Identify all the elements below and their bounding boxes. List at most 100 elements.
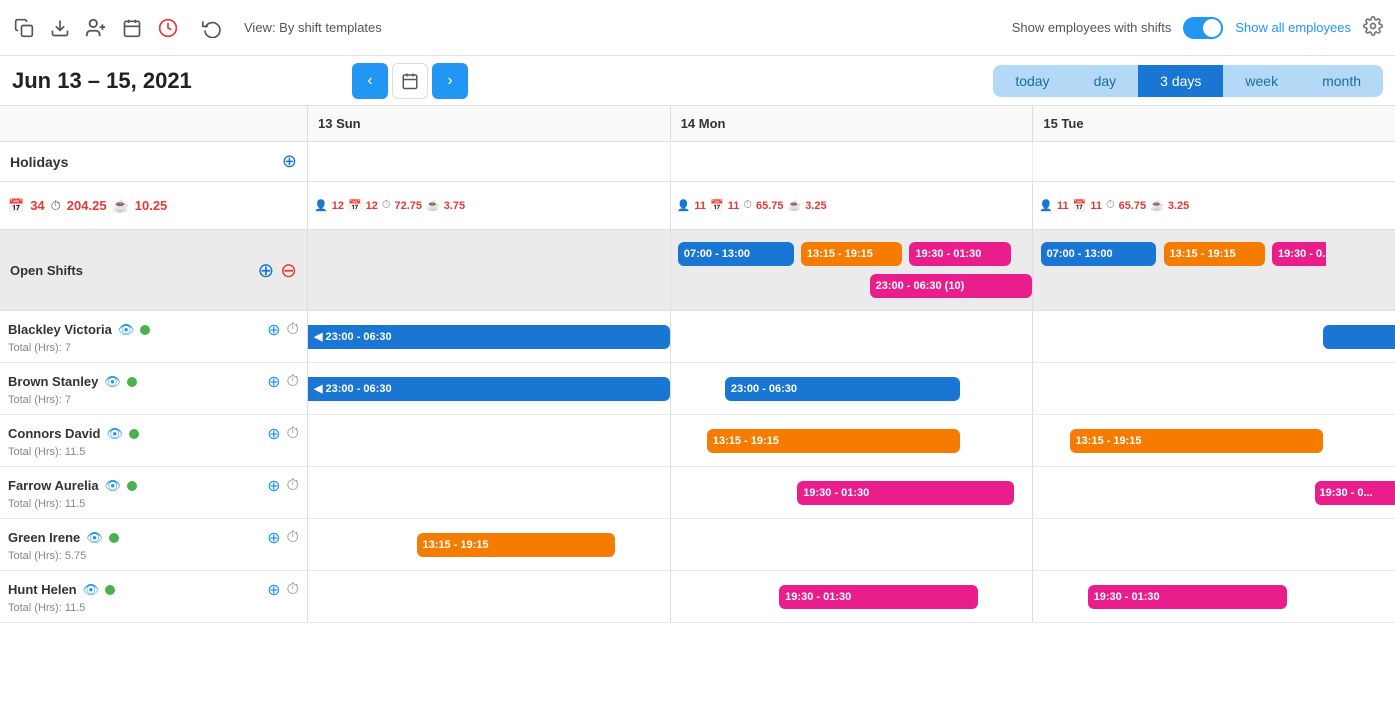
employee-2-clock-icon[interactable]: ⏱: [287, 425, 299, 443]
emp3-day2: 19:30 - 0...: [1033, 467, 1395, 518]
show-all-employees-link[interactable]: Show all employees: [1235, 20, 1351, 35]
employee-2-online-dot: [129, 429, 139, 439]
employee-5-clock-icon[interactable]: ⏱: [287, 581, 299, 599]
week-view-button[interactable]: week: [1223, 65, 1300, 97]
emp5-day0: [308, 571, 671, 622]
open-day-2: 07:00 - 13:00 13:15 - 19:15 19:30 - 0...: [1033, 230, 1395, 310]
employee-3-eye-icon[interactable]: 👁: [105, 478, 122, 494]
employee-row-0: Blackley Victoria 👁 ⊕ ⏱ Total (Hrs): 7 ◀…: [0, 311, 1395, 363]
d2-breaks: 3.25: [1168, 200, 1189, 212]
holidays-cell-1: [671, 142, 1034, 181]
employee-3-online-dot: [127, 481, 137, 491]
employee-0-add-icon[interactable]: ⊕: [267, 320, 280, 340]
employee-3-label: Farrow Aurelia 👁 ⊕ ⏱ Total (Hrs): 11.5: [0, 467, 308, 518]
employee-2-label: Connors David 👁 ⊕ ⏱ Total (Hrs): 11.5: [0, 415, 308, 466]
employee-3-clock-icon[interactable]: ⏱: [287, 477, 299, 495]
employee-2-name: Connors David: [8, 426, 100, 441]
employee-4-name-row: Green Irene 👁 ⊕ ⏱: [8, 528, 299, 548]
emp5-shift-1[interactable]: 19:30 - 01:30: [779, 585, 978, 609]
prev-button[interactable]: ‹: [352, 63, 388, 99]
employee-row-5: Hunt Helen 👁 ⊕ ⏱ Total (Hrs): 11.5 19:30…: [0, 571, 1395, 623]
d1-employees: 11: [694, 200, 706, 212]
employee-1-eye-icon[interactable]: 👁: [104, 374, 121, 390]
holidays-row: Holidays ⊕: [0, 142, 1395, 182]
month-view-button[interactable]: month: [1300, 65, 1383, 97]
employee-5-eye-icon[interactable]: 👁: [83, 582, 100, 598]
calendar-picker-button[interactable]: [392, 63, 428, 99]
emp3-shift-2[interactable]: 19:30 - 0...: [1315, 481, 1395, 505]
emp4-day0: 13:15 - 19:15: [308, 519, 671, 570]
calendar-grid-icon[interactable]: [120, 16, 144, 40]
d1-shifts: 11: [728, 200, 740, 212]
open-shift-mon-3[interactable]: 19:30 - 01:30: [909, 242, 1010, 266]
emp0-shift-2[interactable]: [1323, 325, 1395, 349]
employee-0-clock-icon[interactable]: ⏱: [287, 321, 299, 339]
emp2-day2: 13:15 - 19:15: [1033, 415, 1395, 466]
copy-icon[interactable]: [12, 16, 36, 40]
emp4-day2: [1033, 519, 1395, 570]
stats-row: 📅 34 ⏱ 204.25 ☕ 10.25 👤 12 📅 12 ⏱ 72.75: [0, 182, 1395, 230]
open-shift-tue-2[interactable]: 13:15 - 19:15: [1164, 242, 1265, 266]
open-shift-tue-1[interactable]: 07:00 - 13:00: [1041, 242, 1157, 266]
open-shift-tue-3[interactable]: 19:30 - 0...: [1272, 242, 1326, 266]
employee-3-add-icon[interactable]: ⊕: [267, 476, 280, 496]
employee-4-add-icon[interactable]: ⊕: [267, 528, 280, 548]
calendar-stat-icon: 📅: [8, 198, 24, 214]
employee-5-add-icon[interactable]: ⊕: [267, 580, 280, 600]
refresh-icon[interactable]: [200, 16, 224, 40]
employee-2-add-icon[interactable]: ⊕: [267, 424, 280, 444]
employee-row-4: Green Irene 👁 ⊕ ⏱ Total (Hrs): 5.75 13:1…: [0, 519, 1395, 571]
employee-2-eye-icon[interactable]: 👁: [106, 426, 123, 442]
open-shifts-row: Open Shifts ⊕ ⊖ 07:00 - 13:00 13:15 - 19…: [0, 230, 1395, 311]
open-shifts-remove-icon[interactable]: ⊖: [280, 258, 297, 283]
download-icon[interactable]: [48, 16, 72, 40]
emp0-shift-0[interactable]: ◀ 23:00 - 06:30: [308, 325, 670, 349]
emp2-shift-2[interactable]: 13:15 - 19:15: [1070, 429, 1323, 453]
next-button[interactable]: ›: [432, 63, 468, 99]
employee-row-1: Brown Stanley 👁 ⊕ ⏱ Total (Hrs): 7 ◀ 23:…: [0, 363, 1395, 415]
emp4-day1: [671, 519, 1034, 570]
emp1-shift-1[interactable]: 23:00 - 06:30: [725, 377, 960, 401]
today-view-button[interactable]: today: [993, 65, 1071, 97]
employee-0-eye-icon[interactable]: 👁: [118, 322, 135, 338]
emp5-day1: 19:30 - 01:30: [671, 571, 1034, 622]
add-employee-icon[interactable]: [84, 16, 108, 40]
d2-hours: 65.75: [1119, 200, 1147, 212]
view-buttons: today day 3 days week month: [993, 65, 1383, 97]
settings-icon[interactable]: [1363, 16, 1383, 39]
employee-1-add-icon[interactable]: ⊕: [267, 372, 280, 392]
open-shift-mon-2[interactable]: 13:15 - 19:15: [801, 242, 902, 266]
emp1-shift-0[interactable]: ◀ 23:00 - 06:30: [308, 377, 670, 401]
emp5-shift-2[interactable]: 19:30 - 01:30: [1088, 585, 1287, 609]
stats-cell-2: 👤 11 📅 11 ⏱ 65.75 ☕ 3.25: [1033, 182, 1395, 229]
employee-4-clock-icon[interactable]: ⏱: [287, 529, 299, 547]
employee-2-total: Total (Hrs): 11.5: [8, 446, 299, 458]
stats-cell-1: 👤 11 📅 11 ⏱ 65.75 ☕ 3.25: [671, 182, 1034, 229]
d1-hours: 65.75: [756, 200, 784, 212]
label-header-cell: [0, 106, 308, 141]
three-days-view-button[interactable]: 3 days: [1138, 65, 1223, 97]
emp2-shift-1[interactable]: 13:15 - 19:15: [707, 429, 960, 453]
open-shifts-add-icon[interactable]: ⊕: [257, 258, 274, 283]
day-view-button[interactable]: day: [1072, 65, 1139, 97]
emp3-shift-1[interactable]: 19:30 - 01:30: [797, 481, 1014, 505]
open-shift-mon-4[interactable]: 23:00 - 06:30 (10): [870, 274, 1033, 298]
d2-employees: 11: [1057, 200, 1069, 212]
stats-cells: 👤 12 📅 12 ⏱ 72.75 ☕ 3.75 👤 11 📅 11 ⏱ 65: [308, 182, 1395, 229]
show-employees-toggle[interactable]: [1183, 17, 1223, 39]
open-shift-mon-1[interactable]: 07:00 - 13:00: [678, 242, 794, 266]
employee-2-cells: 13:15 - 19:15 13:15 - 19:15: [308, 415, 1395, 466]
clock-icon[interactable]: [156, 16, 180, 40]
emp4-shift-0[interactable]: 13:15 - 19:15: [417, 533, 616, 557]
d0-breaks: 3.75: [444, 200, 465, 212]
toggle-knob: [1203, 19, 1221, 37]
d1-breaks: 3.25: [805, 200, 826, 212]
clock-stat-icon: ⏱: [51, 198, 61, 214]
employee-4-eye-icon[interactable]: 👁: [86, 530, 103, 546]
emp2-day0: [308, 415, 671, 466]
employee-1-cells: ◀ 23:00 - 06:30 23:00 - 06:30: [308, 363, 1395, 414]
day-headers: 13 Sun 14 Mon 15 Tue: [308, 106, 1395, 141]
calendar-header: 13 Sun 14 Mon 15 Tue: [0, 106, 1395, 142]
employee-1-clock-icon[interactable]: ⏱: [287, 373, 299, 391]
date-nav-row: Jun 13 – 15, 2021 ‹ › today day 3 days w…: [0, 56, 1395, 106]
